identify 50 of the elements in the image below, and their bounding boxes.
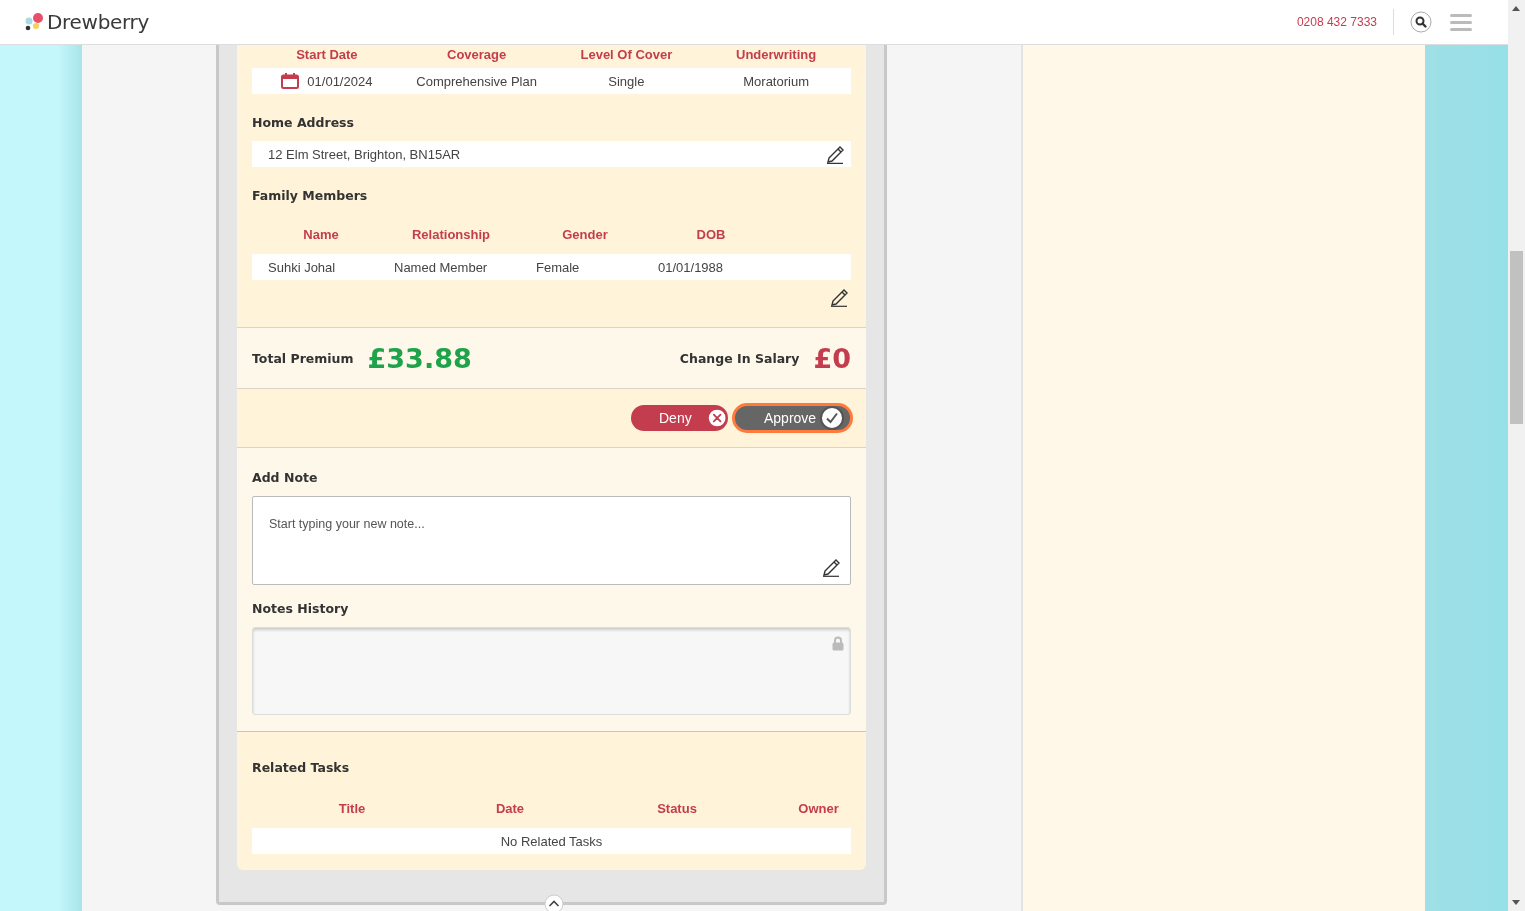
- column-header: Title: [337, 801, 367, 816]
- section-label: Add Note: [252, 470, 319, 485]
- approve-button[interactable]: Approve: [734, 405, 851, 431]
- column-header: Date: [494, 801, 526, 816]
- column-header: Owner: [797, 801, 840, 816]
- column-header: DOB: [695, 227, 727, 242]
- table-cell-text: Single: [607, 73, 646, 89]
- scroll-thumb[interactable]: [1510, 251, 1523, 424]
- scrollbar[interactable]: [1508, 0, 1525, 911]
- empty-message: No Related Tasks: [500, 833, 603, 849]
- deny-button[interactable]: Deny: [631, 405, 728, 431]
- section-label: Notes History: [252, 601, 350, 616]
- salary-change-amount: £0: [813, 342, 851, 374]
- column-header: Start Date: [295, 47, 359, 62]
- calendar-icon: [281, 73, 300, 89]
- premium-amount: £33.88: [367, 342, 472, 374]
- section-label: Family Members: [252, 188, 369, 203]
- logo-icon: [24, 12, 44, 32]
- check-icon[interactable]: [820, 406, 845, 430]
- column-header: Gender: [561, 227, 609, 242]
- lock-icon: [832, 636, 844, 651]
- phone-link[interactable]: 0208 432 7333: [1296, 15, 1377, 29]
- address-value: 12 Elm Street, Brighton, BN15AR: [268, 146, 461, 162]
- brand-name[interactable]: Drewberry: [47, 10, 150, 34]
- section-label: Home Address: [252, 115, 355, 130]
- column-header: Underwriting: [735, 47, 818, 62]
- column-header: Relationship: [411, 227, 491, 242]
- section-label: Related Tasks: [252, 760, 351, 775]
- scroll-up-icon[interactable]: [1512, 6, 1520, 11]
- column-header: Coverage: [446, 47, 508, 62]
- table-cell: 01/01/2024: [307, 73, 373, 89]
- close-icon[interactable]: [707, 407, 726, 429]
- table-cell-text: Moratorium: [742, 73, 810, 89]
- search-icon[interactable]: [1410, 11, 1432, 33]
- table-cell-text: 01/01/1988: [658, 259, 725, 275]
- salary-change-label: Change In Salary: [679, 350, 800, 366]
- chevron-up-icon[interactable]: [544, 894, 564, 911]
- column-header: Name: [302, 227, 340, 242]
- scroll-down-icon[interactable]: [1512, 900, 1520, 905]
- pencil-icon[interactable]: [825, 144, 845, 164]
- pencil-icon[interactable]: [821, 557, 841, 577]
- table-cell-text: Female: [535, 259, 581, 275]
- column-header: Status: [656, 801, 698, 816]
- note-input-field[interactable]: Start typing your new note...: [252, 496, 851, 585]
- table-cell-text: Comprehensive Plan: [415, 73, 538, 89]
- pencil-icon[interactable]: [829, 287, 849, 307]
- table-cell-text: Suhki Johal: [267, 259, 337, 275]
- column-header: Level Of Cover: [579, 47, 674, 62]
- premium-label: Total Premium: [252, 350, 354, 366]
- table-cell-text: Named Member: [393, 259, 489, 275]
